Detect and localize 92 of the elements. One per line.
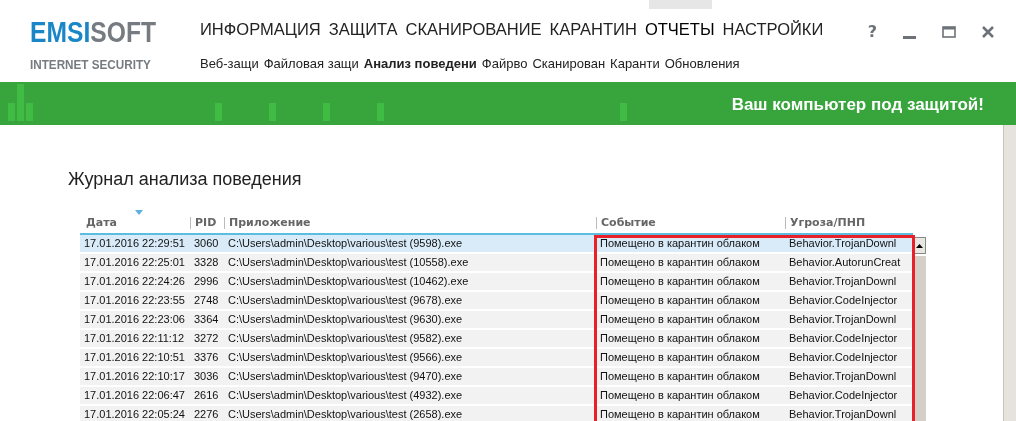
product-name: INTERNET SECURITY [30, 56, 151, 74]
subnav-tab[interactable]: Обновления [664, 53, 740, 74]
status-message: Ваш компьютер под защитой! [731, 94, 984, 116]
table-row[interactable]: 17.01.2016 22:29:51 3060 C:\Users\admin\Desktop\various\test (9598).exe Помещено в карантин облаком Behavior.TrojanDownl [80, 235, 913, 254]
table-cell-text: C:\Users\admin\Desktop\various\test (9630).exe [227, 312, 464, 327]
table-cell-text: C:\Users\admin\Desktop\various\test (9566).exe [227, 350, 464, 365]
table-cell-text: 17.01.2016 22:10:17 [83, 369, 186, 384]
table-cell-text: Помещено в карантин облаком [599, 350, 761, 365]
table-cell-text: 3328 [193, 255, 220, 270]
table-cell-text: 17.01.2016 22:25:01 [83, 255, 186, 270]
table-cell-text: 2616 [193, 388, 220, 403]
table-row[interactable]: 17.01.2016 22:23:55 2748 C:\Users\admin\Desktop\various\test (9678).exe Помещено в карантин облаком Behavior.CodeInjector [80, 292, 913, 311]
table-cell-text: 17.01.2016 22:23:55 [83, 293, 186, 308]
section-title: Журнал анализа поведения [68, 169, 302, 191]
subnav-tab[interactable]: Файрво [481, 53, 528, 74]
nav-tab[interactable]: ОТЧЕТЫ [644, 17, 715, 42]
table-cell-text: Behavior.TrojanDownl [788, 312, 898, 327]
table-cell-text: Behavior.CodeInjector [788, 388, 899, 403]
table-cell-text: 3272 [193, 331, 220, 346]
table-row[interactable]: 17.01.2016 22:06:47 2616 C:\Users\admin\Desktop\various\test (4932).exe Помещено в карантин облаком Behavior.CodeInjector [80, 387, 913, 406]
help-button[interactable]: ? [867, 20, 877, 44]
table-cell-text: 2996 [193, 274, 220, 289]
logo-wordmark: EMSISOFT [30, 18, 156, 47]
table-row[interactable]: 17.01.2016 22:10:51 3376 C:\Users\admin\Desktop\various\test (9566).exe Помещено в карантин облаком Behavior.CodeInjector [80, 349, 913, 368]
table-cell-text: Помещено в карантин облаком [599, 407, 761, 421]
table-row[interactable]: 17.01.2016 22:10:17 3036 C:\Users\admin\Desktop\various\test (9470).exe Помещено в карантин облаком Behavior.TrojanDownl [80, 368, 913, 387]
table-cell-text: C:\Users\admin\Desktop\various\test (2658).exe [227, 407, 464, 421]
nav-tab[interactable]: ЗАЩИТА [328, 17, 398, 42]
nav-tab[interactable]: НАСТРОЙКИ [722, 17, 824, 42]
table-cell-text: C:\Users\admin\Desktop\various\test (9582).exe [227, 331, 464, 346]
table-cell-text: 3036 [193, 369, 220, 384]
table-row[interactable]: 17.01.2016 22:11:12 3272 C:\Users\admin\Desktop\various\test (9582).exe Помещено в карантин облаком Behavior.CodeInjector [80, 330, 913, 349]
table-cell-text: C:\Users\admin\Desktop\various\test (10558).exe [227, 255, 470, 270]
table-cell-text: 2276 [193, 407, 220, 421]
maximize-button[interactable] [942, 26, 956, 38]
table-cell-text: Помещено в карантин облаком [599, 293, 761, 308]
table-cell-text: 2748 [193, 293, 220, 308]
table-row[interactable]: 17.01.2016 22:05:24 2276 C:\Users\admin\Desktop\various\test (2658).exe Помещено в карантин облаком Behavior.TrojanDownl [80, 406, 913, 421]
table-row[interactable]: 17.01.2016 22:25:01 3328 C:\Users\admin\Desktop\various\test (10558).exe Помещено в карантин облаком Behavior.AutorunCreat [80, 254, 913, 273]
subnav-tab[interactable]: Файловая защи [263, 53, 359, 74]
table-cell-text: 3060 [193, 236, 220, 251]
table-cell-text: C:\Users\admin\Desktop\various\test (9678).exe [227, 293, 464, 308]
table-cell-text: 17.01.2016 22:29:51 [83, 236, 186, 251]
subnav-tab[interactable]: Сканирован [532, 53, 606, 74]
table-cell-text: Помещено в карантин облаком [599, 312, 761, 327]
table-cell-text: 3376 [193, 350, 220, 365]
table-cell-text: 17.01.2016 22:10:51 [83, 350, 186, 365]
column-header[interactable]: Событие [596, 217, 785, 229]
table-cell-text: C:\Users\admin\Desktop\various\test (9470).exe [227, 369, 464, 384]
table-cell-text: Помещено в карантин облаком [599, 369, 761, 384]
table-cell-text: 3364 [193, 312, 220, 327]
table-cell-text: Behavior.CodeInjector [788, 331, 899, 346]
sort-icon [135, 210, 143, 215]
nav-tab[interactable]: КАРАНТИН [549, 17, 637, 42]
table-cell-text: Behavior.CodeInjector [788, 350, 899, 365]
table-cell-text: 17.01.2016 22:05:24 [83, 407, 186, 421]
up-arrow-icon [916, 243, 923, 248]
minimize-icon [903, 35, 916, 39]
column-header[interactable]: Приложение [224, 217, 596, 229]
table-cell-text: Помещено в карантин облаком [599, 331, 761, 346]
table-cell-text: Behavior.TrojanDownl [788, 407, 898, 421]
subnav-tab[interactable]: Веб-защи [200, 53, 259, 74]
table-cell-text: 17.01.2016 22:11:12 [83, 331, 186, 346]
column-header[interactable]: PID [190, 217, 224, 229]
subnav-tab[interactable]: Каранти [610, 53, 660, 74]
table-cell-text: 17.01.2016 22:23:06 [83, 312, 186, 327]
table-cell-text: Помещено в карантин облаком [599, 274, 761, 289]
table-cell-text: Behavior.TrojanDownl [788, 274, 898, 289]
nav-tab[interactable]: ИНФОРМАЦИЯ [200, 17, 321, 42]
table-cell-text: 17.01.2016 22:24:26 [83, 274, 186, 289]
table-cell-text: 17.01.2016 22:06:47 [83, 388, 186, 403]
maximize-icon [942, 26, 956, 38]
page-scrollbar[interactable] [1003, 125, 1016, 421]
drag-handle[interactable] [649, 0, 712, 9]
table-cell-text: Помещено в карантин облаком [599, 236, 761, 251]
table-cell-text: Behavior.CodeInjector [788, 293, 899, 308]
table-cell-text: C:\Users\admin\Desktop\various\test (4932).exe [227, 388, 464, 403]
nav-tab[interactable]: СКАНИРОВАНИЕ [405, 17, 542, 42]
table-row[interactable]: 17.01.2016 22:23:06 3364 C:\Users\admin\Desktop\various\test (9630).exe Помещено в карантин облаком Behavior.TrojanDownl [80, 311, 913, 330]
table-cell-text: Behavior.TrojanDownl [788, 236, 898, 251]
column-header[interactable]: Дата [80, 213, 190, 233]
table-cell-text: C:\Users\admin\Desktop\various\test (10462).exe [227, 274, 470, 289]
close-button[interactable] [982, 26, 994, 38]
table-row[interactable]: 17.01.2016 22:24:26 2996 C:\Users\admin\Desktop\various\test (10462).exe Помещено в карантин облаком Behavior.TrojanDownl [80, 273, 913, 292]
table-cell-text: Behavior.TrojanDownl [788, 369, 898, 384]
close-icon [982, 26, 994, 38]
table-cell-text: Помещено в карантин облаком [599, 388, 761, 403]
table-cell-text: C:\Users\admin\Desktop\various\test (9598).exe [227, 236, 464, 251]
column-header[interactable]: Угроза/ПНП [785, 217, 913, 229]
table-cell-text: Behavior.AutorunCreat [788, 255, 902, 270]
table-cell-text: Помещено в карантин облаком [599, 255, 761, 270]
subnav-tab[interactable]: Анализ поведени [363, 53, 477, 74]
